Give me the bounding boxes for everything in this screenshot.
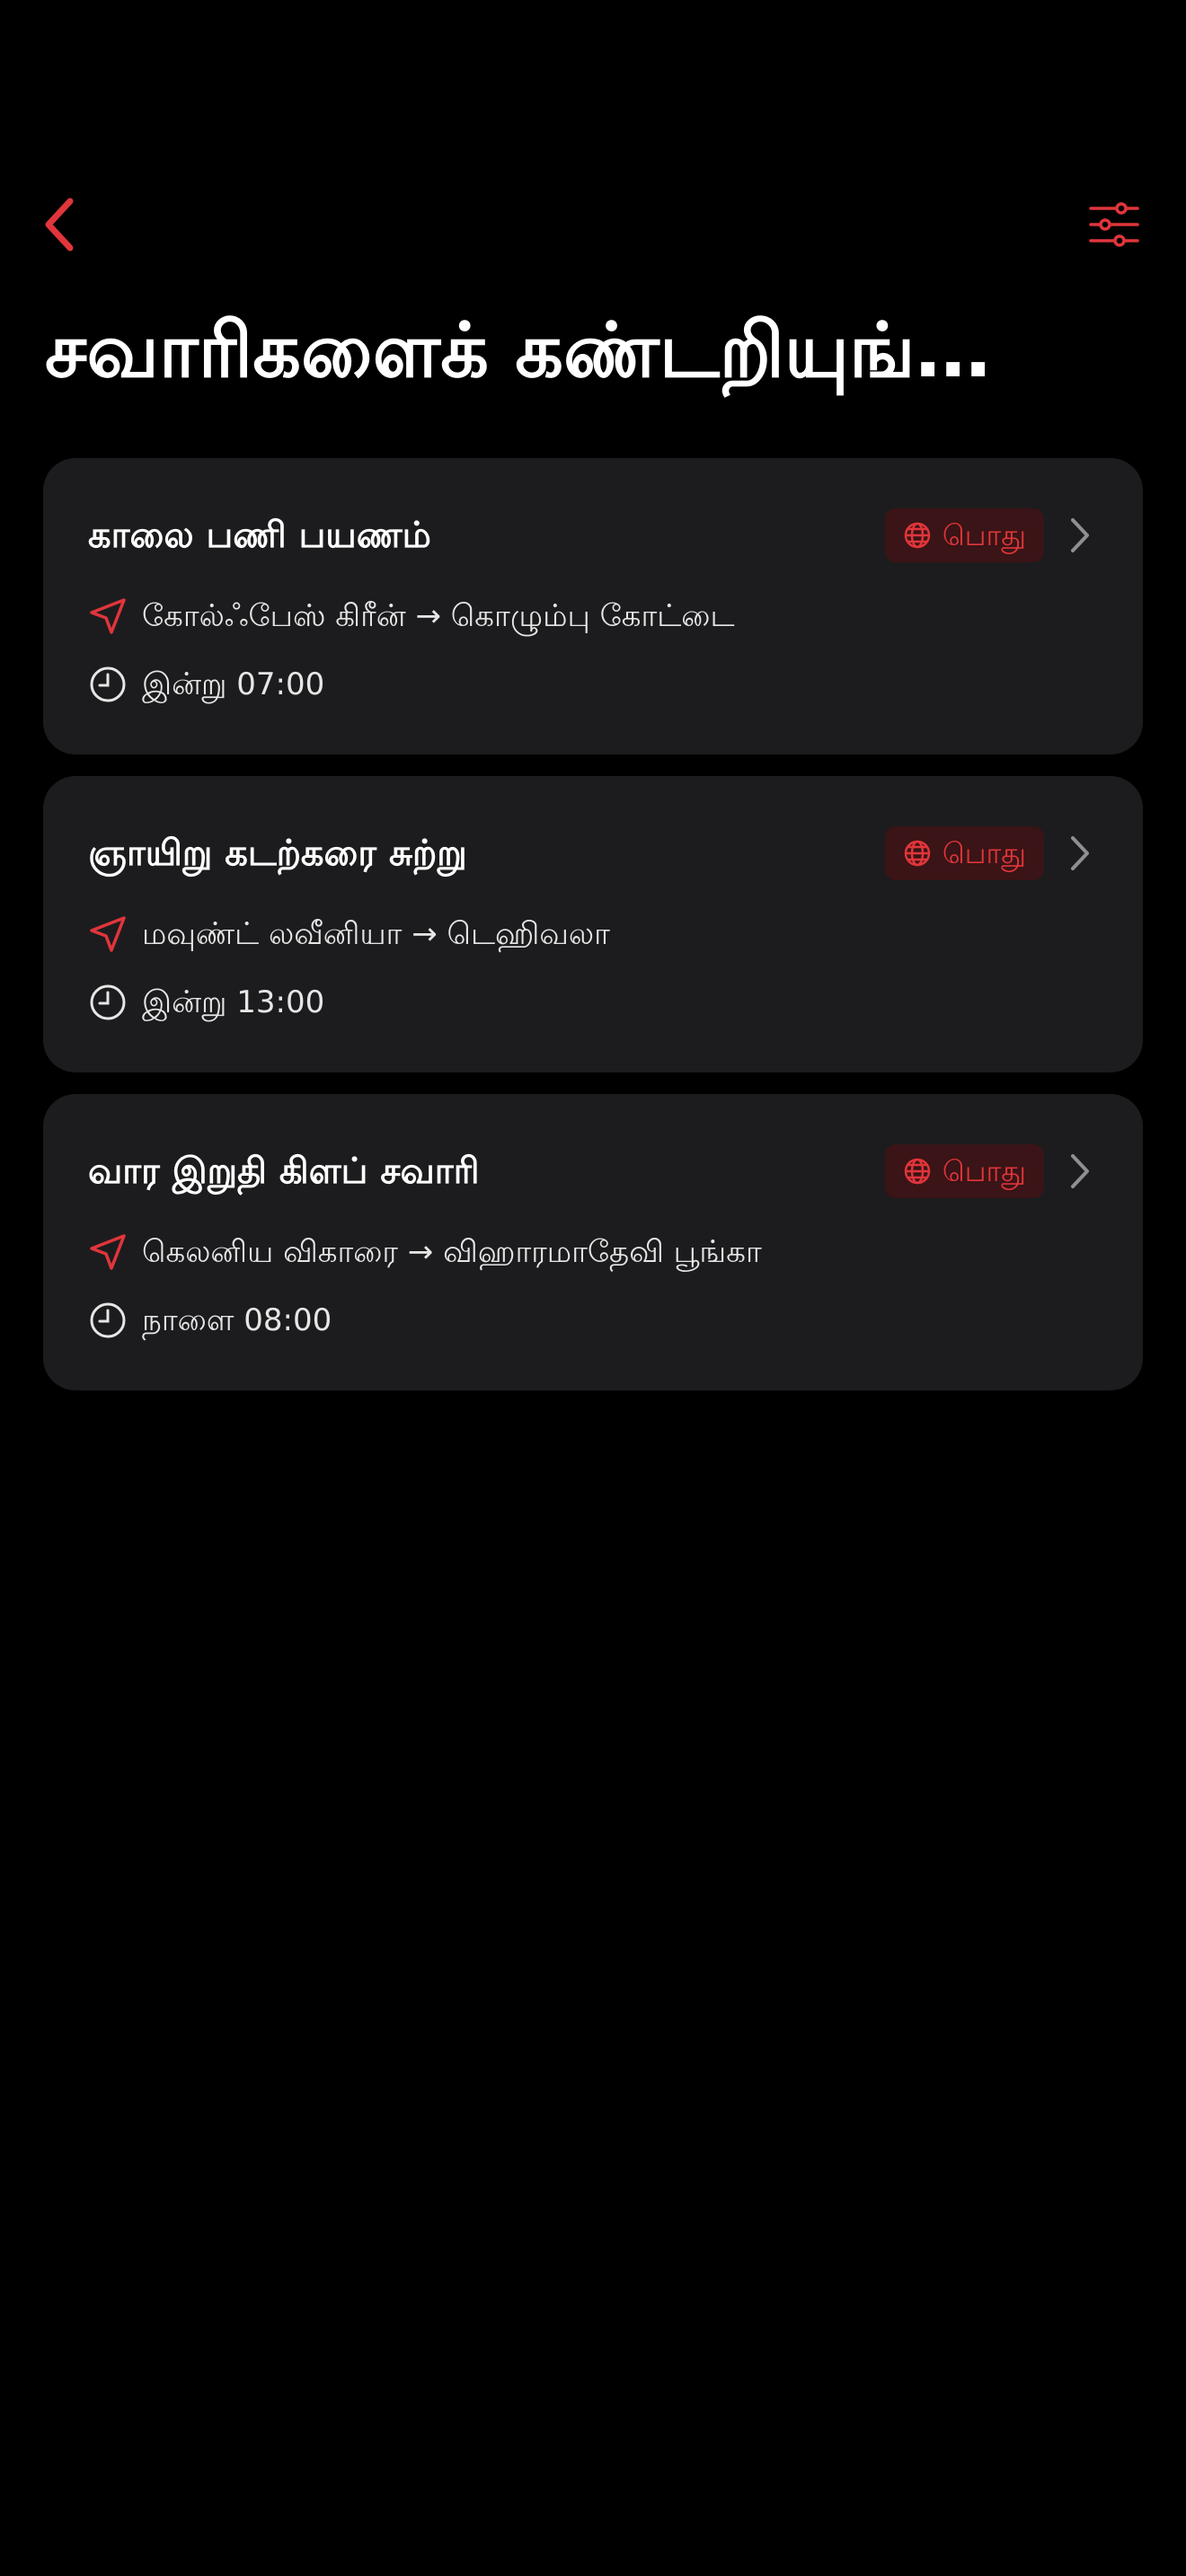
filter-button[interactable]	[1080, 190, 1148, 259]
ride-card[interactable]: காலை பணி பயணம் பொது கோல்ஃபேஸ் கிரீன் → க…	[43, 458, 1143, 754]
sliders-icon	[1089, 202, 1139, 247]
time-row: நாளை 08:00	[88, 1297, 332, 1344]
ride-list: காலை பணி பயணம் பொது கோல்ஃபேஸ் கிரீன் → க…	[43, 458, 1143, 1412]
chevron-right-icon	[1062, 835, 1098, 871]
time-text: இன்று 13:00	[142, 984, 325, 1020]
location-arrow-icon	[88, 914, 128, 954]
time-row: இன்று 07:00	[88, 661, 324, 708]
globe-icon	[903, 521, 932, 550]
chevron-right-icon	[1062, 517, 1098, 553]
globe-icon	[903, 839, 932, 868]
chevron-right-icon	[1062, 1153, 1098, 1189]
ride-card[interactable]: வார இறுதி கிளப் சவாரி பொது கெலனிய விகாரை…	[43, 1094, 1143, 1390]
route-text: கெலனிய விகாரை → விஹாரமாதேவி பூங்கா	[142, 1234, 762, 1270]
navigation-bar	[0, 180, 1186, 269]
visibility-badge: பொது	[884, 1144, 1044, 1198]
badge-label: பொது	[942, 836, 1026, 870]
route-text: மவுண்ட் லவீனியா → டெஹிவலா	[142, 916, 610, 952]
ride-name: வார இறுதி கிளப் சவாரி	[88, 1151, 480, 1192]
ride-name: ஞாயிறு கடற்கரை சுற்று	[88, 833, 467, 874]
clock-icon	[88, 665, 128, 704]
visibility-badge: பொது	[884, 508, 1044, 562]
ride-name: காலை பணி பயணம்	[88, 515, 431, 556]
time-row: இன்று 13:00	[88, 979, 324, 1026]
location-arrow-icon	[88, 1232, 128, 1272]
visibility-badge: பொது	[884, 826, 1044, 880]
globe-icon	[903, 1157, 932, 1186]
page-title: சவாரிகளைக் கண்டறியுங்…	[45, 306, 991, 394]
clock-icon	[88, 983, 128, 1022]
badge-label: பொது	[942, 1154, 1026, 1188]
route-row: கெலனிய விகாரை → விஹாரமாதேவி பூங்கா	[88, 1229, 762, 1275]
ride-card[interactable]: ஞாயிறு கடற்கரை சுற்று பொது மவுண்ட் லவீனி…	[43, 776, 1143, 1072]
chevron-left-icon	[40, 196, 79, 253]
route-text: கோல்ஃபேஸ் கிரீன் → கொழும்பு கோட்டை	[142, 598, 735, 634]
time-text: இன்று 07:00	[142, 666, 325, 702]
back-button[interactable]	[25, 190, 93, 259]
clock-icon	[88, 1301, 128, 1340]
time-text: நாளை 08:00	[142, 1302, 332, 1338]
badge-label: பொது	[942, 518, 1026, 552]
location-arrow-icon	[88, 596, 128, 636]
route-row: கோல்ஃபேஸ் கிரீன் → கொழும்பு கோட்டை	[88, 593, 735, 640]
route-row: மவுண்ட் லவீனியா → டெஹிவலா	[88, 911, 610, 957]
